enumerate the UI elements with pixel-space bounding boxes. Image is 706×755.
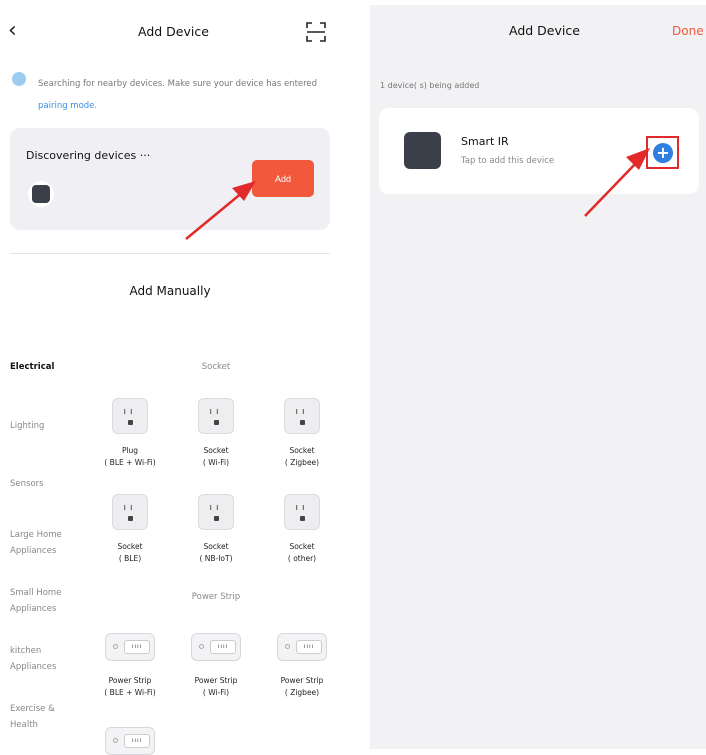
plus-highlight-box: + [646,136,679,169]
section-socket: Socket [201,362,231,372]
socket-ground [128,516,133,521]
tile-name: Socket [203,446,229,455]
power-strip-icon[interactable]: ıııı [277,633,327,661]
tile-name: Plug [121,446,139,455]
socket-holes: ıı [295,503,309,513]
tile-label: Plug ( BLE + Wi-Fi) [87,445,173,469]
strip-switch [285,644,290,649]
tile-name: Power Strip [108,676,152,685]
add-device-screen-left: ‹ Add Device Searching for nearby device… [0,0,340,755]
tile-label: Power Strip ( BLE + Wi-Fi) [87,675,173,699]
discovered-device-thumb [28,181,54,207]
tile-label: Socket ( Zigbee) [259,445,345,469]
socket-ground [300,420,305,425]
socket-holes: ıı [295,407,309,417]
search-hint-text: Searching for nearby devices. Make sure … [38,79,318,89]
socket-ground [128,420,133,425]
tile-name: Power Strip [280,676,324,685]
tile-sub: ( BLE) [118,554,142,563]
done-button[interactable]: Done [672,24,704,38]
tile-sub: ( Zigbee) [284,688,320,697]
strip-switch [199,644,204,649]
category-lighting[interactable]: Lighting [10,418,80,434]
strip-switch [113,644,118,649]
category-sensors[interactable]: Sensors [10,476,80,492]
pairing-mode-link[interactable]: pairing mode. [38,101,97,111]
device-subtitle: Tap to add this device [461,156,555,166]
tile-sub: ( Wi-Fi) [202,688,230,697]
socket-holes: ıı [123,407,137,417]
tile-label: Socket ( other) [259,541,345,565]
strip-sockets: ıııı [296,640,322,654]
discovering-label: Discovering devices [26,149,137,162]
smart-ir-device-icon [404,132,441,169]
socket-holes: ıı [123,503,137,513]
add-manually-title: Add Manually [129,284,211,298]
category-large-home-appliances[interactable]: Large Home Appliances [10,527,70,559]
tile-label: Socket ( BLE) [87,541,173,565]
tile-sub: ( NB-IoT) [199,554,233,563]
search-hint: Searching for nearby devices. Make sure … [38,73,333,117]
socket-tile-icon[interactable]: ıı [284,398,320,434]
socket-holes: ıı [209,407,223,417]
strip-sockets: ıııı [124,640,150,654]
power-strip-icon[interactable]: ıııı [191,633,241,661]
divider [10,253,330,254]
tile-name: Socket [289,542,315,551]
add-device-screen-right: Add Device Done 1 device( s) being added… [370,5,706,749]
socket-ground [214,420,219,425]
tile-sub: ( Zigbee) [284,458,320,467]
power-strip-icon[interactable]: ıııı [105,727,155,755]
tile-name: Socket [117,542,143,551]
socket-tile-icon[interactable]: ıı [198,494,234,530]
tile-label: Power Strip ( Zigbee) [259,675,345,699]
power-strip-icon[interactable]: ıııı [105,633,155,661]
tile-name: Socket [203,542,229,551]
socket-ground [300,516,305,521]
tile-sub: ( other) [287,554,317,563]
back-chevron-icon[interactable]: ‹ [8,20,17,42]
tile-name: Power Strip [194,676,238,685]
section-power-strip: Power Strip [191,592,241,602]
add-button[interactable]: Add [252,160,314,197]
strip-switch [113,738,118,743]
category-electrical[interactable]: Electrical [10,359,80,375]
right-page-title: Add Device [509,23,580,38]
info-icon [12,72,26,86]
scan-icon[interactable] [306,22,326,42]
discovering-ellipsis: ··· [139,149,151,162]
socket-tile-icon[interactable]: ıı [112,398,148,434]
tile-name: Socket [289,446,315,455]
tile-sub: ( Wi-Fi) [202,458,230,467]
category-kitchen-appliances[interactable]: kitchen Appliances [10,643,70,675]
category-small-home-appliances[interactable]: Small Home Appliances [10,585,70,617]
socket-tile-icon[interactable]: ıı [284,494,320,530]
category-exercise-health[interactable]: Exercise & Health [10,701,70,733]
tile-label: Socket ( NB-IoT) [173,541,259,565]
tile-label: Power Strip ( Wi-Fi) [173,675,259,699]
socket-ground [214,516,219,521]
devices-being-added: 1 device( s) being added [380,81,480,90]
plus-circle-icon[interactable]: + [653,143,673,163]
socket-tile-icon[interactable]: ıı [198,398,234,434]
discovering-title: Discovering devices ··· [26,149,150,162]
tile-sub: ( BLE + Wi-Fi) [104,688,156,697]
strip-sockets: ıııı [124,734,150,748]
tile-sub: ( BLE + Wi-Fi) [104,458,156,467]
socket-holes: ıı [209,503,223,513]
socket-tile-icon[interactable]: ıı [112,494,148,530]
tile-label: Socket ( Wi-Fi) [173,445,259,469]
device-icon [32,185,50,203]
device-name: Smart IR [461,135,509,148]
page-title: Add Device [138,24,209,39]
strip-sockets: ıııı [210,640,236,654]
